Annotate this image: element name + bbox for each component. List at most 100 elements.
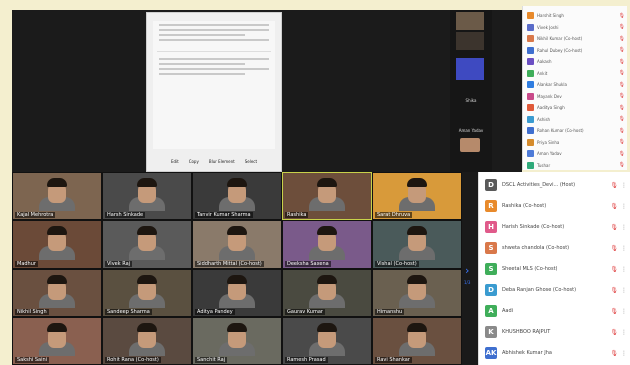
mic-muted-icon[interactable]: 🎙	[619, 24, 625, 30]
blur-element-button[interactable]: Blur Element	[207, 158, 237, 165]
select-button[interactable]: Select	[243, 158, 259, 165]
mic-muted-icon[interactable]: 🎙	[619, 139, 625, 145]
more-options-icon[interactable]: ⋮	[621, 203, 627, 210]
video-tile[interactable]: Sanchit Raj	[192, 316, 282, 365]
video-tile[interactable]: Rashika	[282, 172, 372, 221]
video-tile-name: Siddharth Mittal (Co-host)	[195, 260, 264, 267]
mic-muted-icon[interactable]: 🎙	[610, 266, 618, 273]
mic-muted-icon[interactable]: 🎙	[619, 82, 625, 88]
mic-muted-icon[interactable]: 🎙	[610, 329, 618, 336]
participant-hair	[47, 178, 67, 187]
pinned-video-face[interactable]	[460, 138, 480, 152]
mic-muted-icon[interactable]: 🎙	[619, 116, 625, 122]
mic-muted-icon[interactable]: 🎙	[610, 203, 618, 210]
mic-muted-icon[interactable]: 🎙	[619, 70, 625, 76]
top-participant-row[interactable]: Vivek Joshi 🎙	[527, 22, 625, 33]
video-tile[interactable]: Sarat Dhruva	[372, 172, 462, 221]
mic-muted-icon[interactable]: 🎙	[619, 47, 625, 53]
video-tile[interactable]: Sakshi Saini	[12, 316, 102, 365]
top-participant-row[interactable]: Ankit 🎙	[527, 68, 625, 79]
video-tile[interactable]: Kajal Mehrotra	[12, 172, 102, 221]
more-options-icon[interactable]: ⋮	[621, 245, 627, 252]
mic-muted-icon[interactable]: 🎙	[619, 151, 625, 157]
mic-muted-icon[interactable]: 🎙	[619, 128, 625, 134]
participant-hair	[47, 322, 67, 332]
pinned-video-thumb[interactable]	[456, 58, 484, 80]
participant-row[interactable]: K KHUSHBOO RAJPUT 🎙 ⋮	[485, 323, 627, 341]
gallery-next-page[interactable]: › 1/3	[462, 172, 478, 365]
copy-button[interactable]: Copy	[187, 158, 201, 165]
top-participant-row[interactable]: Priya Sinha 🎙	[527, 137, 625, 148]
avatar: R	[485, 200, 497, 212]
video-tile[interactable]: Harsh Sinkade	[102, 172, 192, 221]
more-options-icon[interactable]: ⋮	[621, 308, 627, 315]
participant-row[interactable]: H Harish Sinkade (Co-host) 🎙 ⋮	[485, 218, 627, 236]
top-participant-row[interactable]: Aakash 🎙	[527, 56, 625, 67]
video-tile[interactable]: Tanvir Kumar Sharma	[192, 172, 282, 221]
pinned-video-thumb[interactable]	[456, 32, 484, 50]
mic-muted-icon[interactable]: 🎙	[610, 224, 618, 231]
video-tile[interactable]: Nikhil Singh	[12, 268, 102, 317]
participant-row[interactable]: D Deba Ranjan Ghose (Co-host) 🎙 ⋮	[485, 281, 627, 299]
video-tile[interactable]: Gaurav Kumar	[282, 268, 372, 317]
participant-hair	[227, 322, 247, 332]
participant-name: Aakash	[537, 59, 552, 64]
participant-row[interactable]: A Aadi 🎙 ⋮	[485, 302, 627, 320]
participant-name: Deba Ranjan Ghose (Co-host)	[502, 287, 577, 293]
mic-muted-icon[interactable]: 🎙	[619, 36, 625, 42]
participant-row[interactable]: Sshweta chandola (Co-host) 🎙 ⋮	[485, 239, 627, 257]
mic-muted-icon[interactable]: 🎙	[619, 93, 625, 99]
video-tile[interactable]: Vishal (Co-host)	[372, 220, 462, 269]
mic-muted-icon[interactable]: 🎙	[610, 245, 618, 252]
video-tile-name: Ramesh Prasad	[285, 357, 328, 363]
top-participant-row[interactable]: Harshit Singh 🎙	[527, 10, 625, 21]
participant-hair	[137, 226, 157, 236]
top-participant-row[interactable]: Tushar 🎙	[527, 160, 625, 171]
mic-muted-icon[interactable]: 🎙	[619, 105, 625, 111]
top-participant-row[interactable]: Rohan Kumar (Co-host) 🎙	[527, 125, 625, 136]
video-tile[interactable]: Aditya Pandey	[192, 268, 282, 317]
video-tile[interactable]: Vivek Raj	[102, 220, 192, 269]
top-participant-row[interactable]: Nikhil Kumar (Co-host) 🎙	[527, 33, 625, 44]
avatar	[527, 46, 534, 54]
video-tile[interactable]: Madhur	[12, 220, 102, 269]
top-participant-row[interactable]: Aman Yadav 🎙	[527, 148, 625, 159]
video-tile[interactable]: Sandeep Sharma	[102, 268, 192, 317]
mic-muted-icon[interactable]: 🎙	[610, 308, 618, 315]
participant-status-icons: 🎙 ⋮	[610, 287, 627, 294]
top-participant-row[interactable]: Aaditya Singh 🎙	[527, 102, 625, 113]
video-tile[interactable]: Ravi Shankar	[372, 316, 462, 365]
mic-muted-icon[interactable]: 🎙	[619, 162, 625, 168]
participant-row[interactable]: R Rashika (Co-host) 🎙 ⋮	[485, 197, 627, 215]
top-participant-row[interactable]: Ashish 🎙	[527, 114, 625, 125]
video-tile[interactable]: Rohit Rana (Co-host)	[102, 316, 192, 365]
gallery-page-indicator: 1/3	[464, 280, 471, 285]
more-options-icon[interactable]: ⋮	[621, 287, 627, 294]
edit-button[interactable]: Edit	[169, 158, 181, 165]
chevron-right-icon[interactable]: ›	[465, 264, 469, 277]
more-options-icon[interactable]: ⋮	[621, 182, 627, 189]
mic-muted-icon[interactable]: 🎙	[610, 350, 618, 357]
mic-muted-icon[interactable]: 🎙	[610, 287, 618, 294]
participant-row[interactable]: S Sheetal MLS (Co-host) 🎙 ⋮	[485, 260, 627, 278]
mic-muted-icon[interactable]: 🎙	[619, 13, 625, 19]
more-options-icon[interactable]: ⋮	[621, 224, 627, 231]
top-participant-row[interactable]: Rahul Dubey (Co-host) 🎙	[527, 45, 625, 56]
video-tile[interactable]: Deeksha Saxena	[282, 220, 372, 269]
more-options-icon[interactable]: ⋮	[621, 266, 627, 273]
video-tile-name: Ravi Shankar	[375, 357, 412, 363]
pinned-video-thumb[interactable]	[456, 12, 484, 30]
more-options-icon[interactable]: ⋮	[621, 329, 627, 336]
video-tile[interactable]: Himanshu	[372, 268, 462, 317]
mic-muted-icon[interactable]: 🎙	[619, 59, 625, 65]
participant-row[interactable]: AK Abhishek Kumar Jha 🎙 ⋮	[485, 344, 627, 362]
video-tile-name: Harsh Sinkade	[105, 212, 146, 219]
participant-row[interactable]: D DSCL Activities_Devi... (Host) 🎙 ⋮	[485, 176, 627, 194]
more-options-icon[interactable]: ⋮	[621, 350, 627, 357]
top-participant-row[interactable]: Alankar Shukla 🎙	[527, 79, 625, 90]
video-tile[interactable]: Ramesh Prasad	[282, 316, 372, 365]
video-tile-name: Sakshi Saini	[15, 357, 50, 363]
video-tile[interactable]: Siddharth Mittal (Co-host)	[192, 220, 282, 269]
mic-muted-icon[interactable]: 🎙	[610, 182, 618, 189]
top-participant-row[interactable]: Mayank Dev 🎙	[527, 91, 625, 102]
